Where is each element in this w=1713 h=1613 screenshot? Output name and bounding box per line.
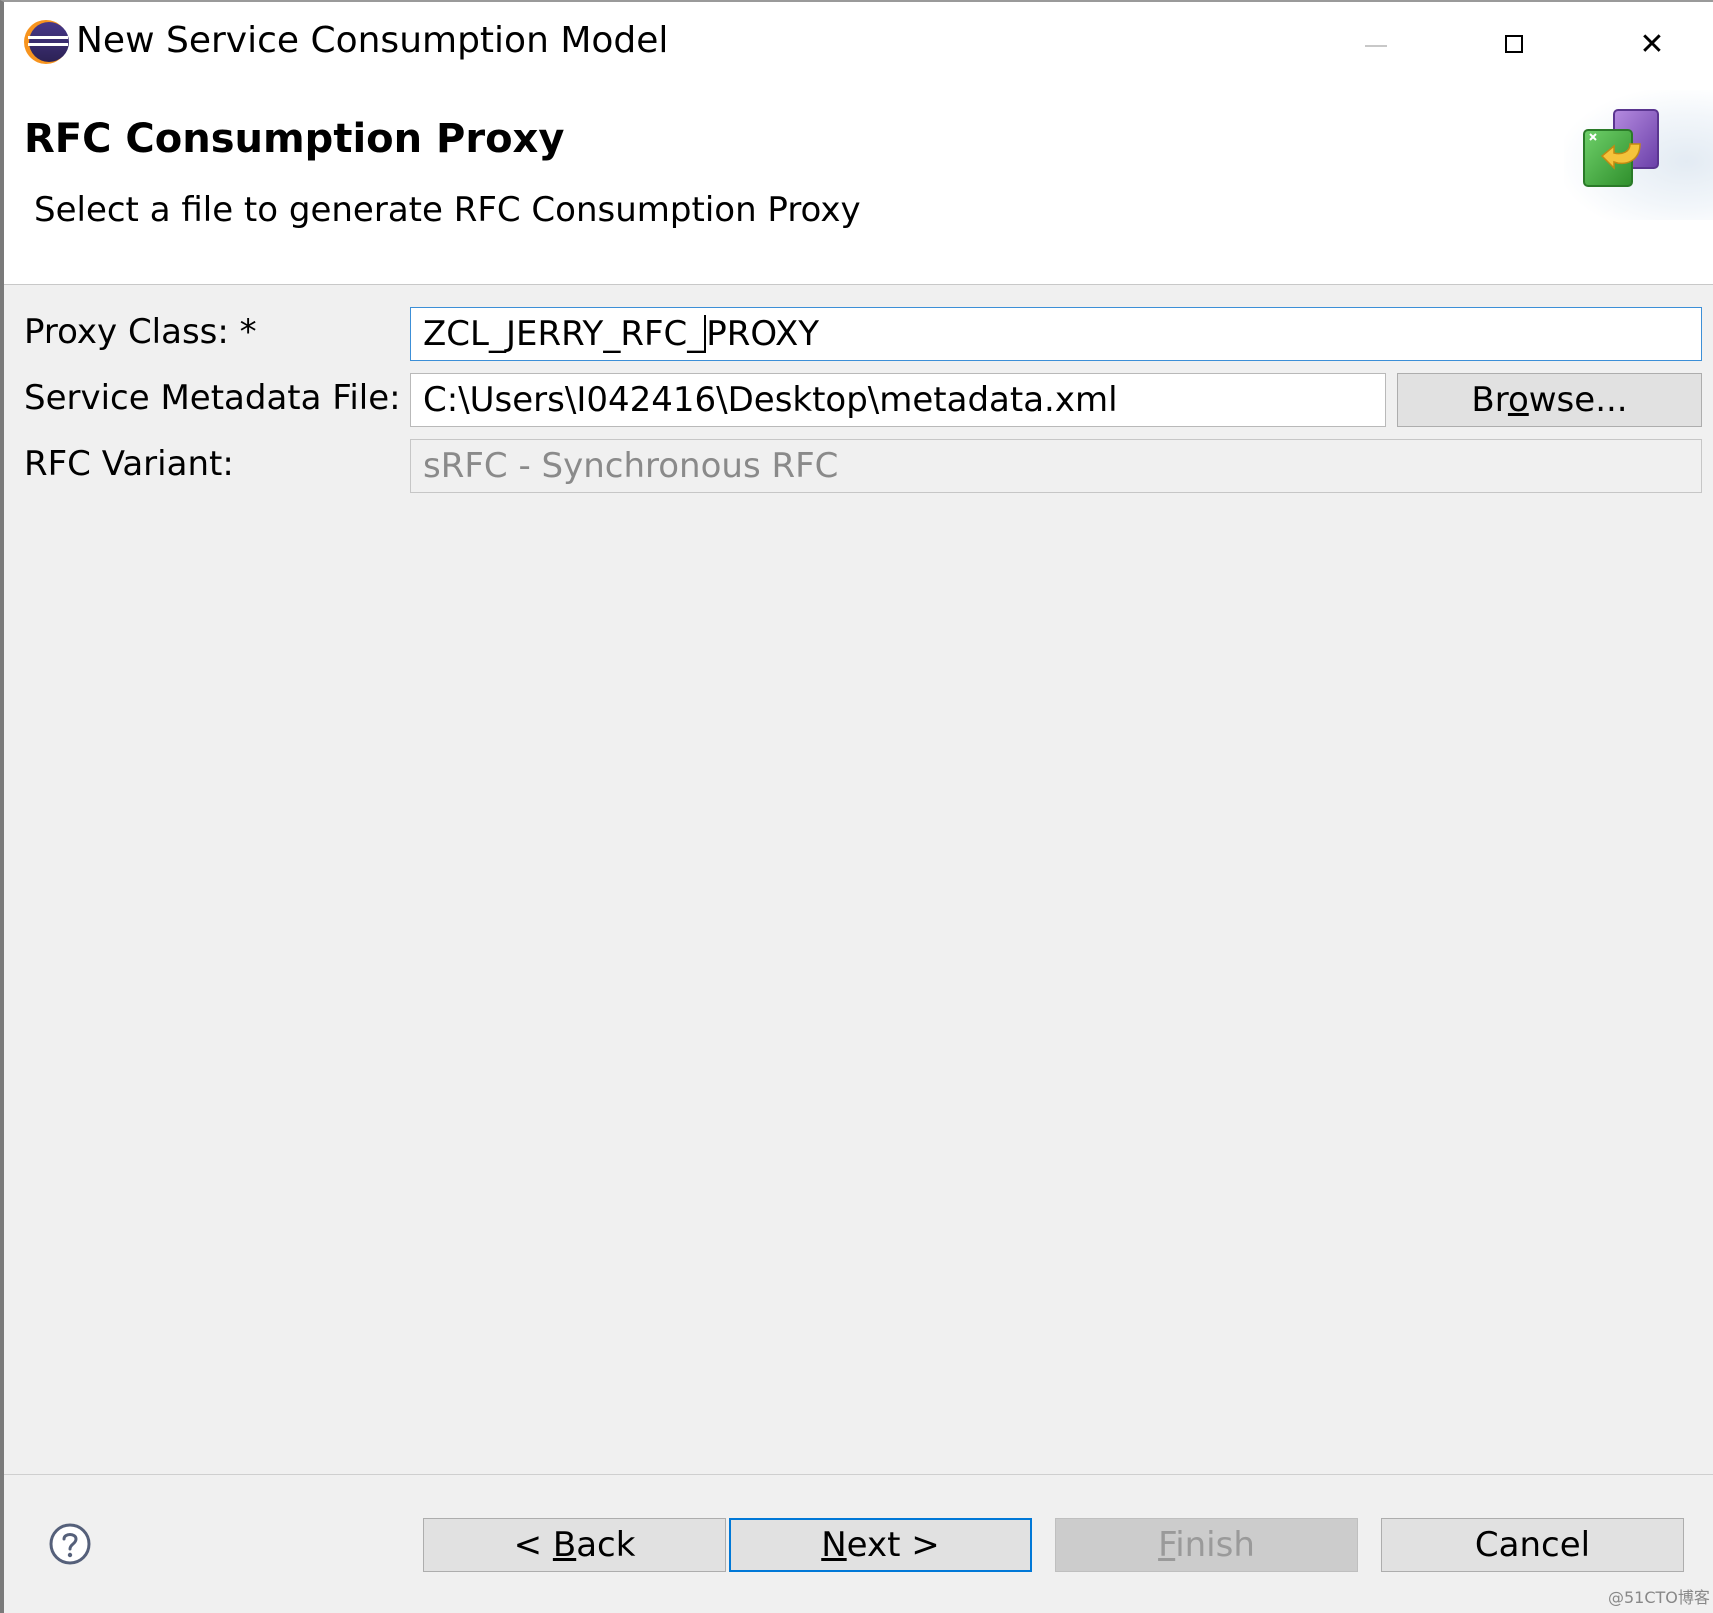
browse-button[interactable]: Browse... [1397, 373, 1702, 427]
browse-mnemonic: o [1507, 380, 1529, 420]
wizard-header: RFC Consumption Proxy Select a file to g… [4, 90, 1713, 285]
metadata-file-label: Service Metadata File: * [24, 378, 429, 418]
close-button[interactable]: ✕ [1622, 16, 1682, 72]
help-icon[interactable] [48, 1522, 92, 1566]
browse-label-end: wse... [1528, 380, 1628, 420]
footer-divider [4, 1474, 1713, 1475]
title-bar[interactable]: New Service Consumption Model ✕ [4, 2, 1713, 90]
cancel-button[interactable]: Cancel [1381, 1518, 1684, 1572]
close-icon: ✕ [1639, 26, 1665, 62]
browse-label-start: Br [1471, 380, 1508, 420]
eclipse-icon [24, 20, 69, 64]
next-button[interactable]: Next > [729, 1518, 1032, 1572]
maximize-button[interactable] [1484, 16, 1544, 72]
window-title: New Service Consumption Model [76, 20, 669, 61]
page-description: Select a file to generate RFC Consumptio… [34, 190, 861, 230]
dialog-window: New Service Consumption Model ✕ RFC Cons… [0, 0, 1713, 1613]
back-button[interactable]: < Back [423, 1518, 726, 1572]
minimize-icon [1365, 45, 1387, 47]
finish-mnemonic: F [1158, 1525, 1176, 1565]
back-label-start: < [513, 1525, 553, 1565]
minimize-button[interactable] [1346, 16, 1406, 72]
wizard-banner-icon [1583, 109, 1659, 187]
proxy-class-value-start: ZCL_JERRY_RFC_ [423, 314, 705, 354]
watermark: @51CTO博客 [1608, 1588, 1710, 1607]
next-mnemonic: N [821, 1525, 847, 1565]
proxy-class-input[interactable]: ZCL_JERRY_RFC_PROXY [410, 307, 1702, 361]
finish-button: Finish [1055, 1518, 1358, 1572]
proxy-class-label: Proxy Class: * [24, 312, 257, 352]
page-title: RFC Consumption Proxy [24, 116, 565, 162]
next-label-end: ext > [846, 1525, 940, 1565]
back-mnemonic: B [552, 1525, 577, 1565]
maximize-icon [1505, 35, 1523, 53]
back-label-end: ack [576, 1525, 636, 1565]
rfc-variant-select: sRFC - Synchronous RFC [410, 439, 1702, 493]
finish-label-end: inish [1175, 1525, 1255, 1565]
rfc-variant-label: RFC Variant: [24, 444, 234, 484]
proxy-class-value-end: PROXY [706, 314, 820, 354]
metadata-file-input[interactable]: C:\Users\I042416\Desktop\metadata.xml [410, 373, 1386, 427]
